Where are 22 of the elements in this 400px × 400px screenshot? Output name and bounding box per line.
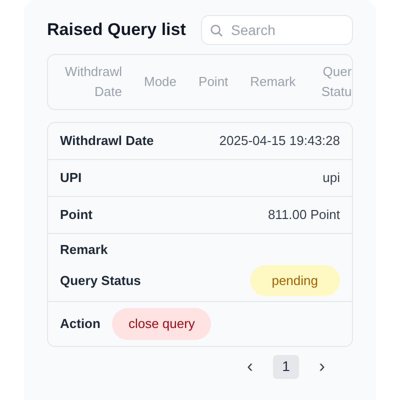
status-badge: pending — [250, 264, 340, 296]
next-page-button[interactable]: › — [319, 353, 325, 380]
field-label: Query Status — [60, 272, 141, 290]
field-value: upi — [322, 169, 340, 188]
field-label: Withdrawl Date — [60, 132, 154, 150]
search-icon — [210, 24, 223, 37]
close-query-button[interactable]: close query — [112, 308, 211, 340]
field-label: UPI — [60, 169, 82, 188]
column-header: Quer Statu — [320, 63, 352, 101]
page-title: Raised Query list — [47, 19, 186, 42]
field-value: 811.00 Point — [268, 206, 340, 224]
column-header: Withdrawl Date — [64, 63, 122, 101]
column-header: Mode — [144, 73, 177, 91]
field-label: Point — [60, 206, 92, 224]
field-label: Remark — [60, 241, 108, 260]
field-label: Action — [60, 315, 100, 334]
page-button[interactable]: 1 — [273, 354, 299, 378]
search-field[interactable]: Search — [201, 15, 353, 45]
column-header: Point — [198, 73, 228, 91]
column-header: Remark — [250, 73, 296, 91]
field-value: 2025-04-15 19:43:28 — [219, 132, 340, 150]
previous-page-button[interactable]: ‹ — [247, 353, 253, 380]
